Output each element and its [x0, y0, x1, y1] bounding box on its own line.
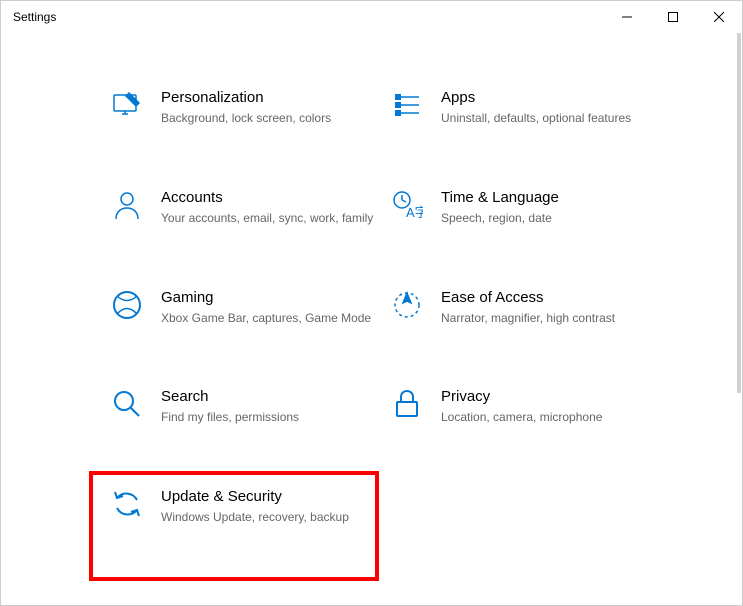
- category-desc: Speech, region, date: [441, 210, 661, 227]
- category-text: Time & Language Speech, region, date: [441, 187, 661, 227]
- window-title: Settings: [13, 10, 56, 24]
- accounts-icon: [111, 189, 143, 221]
- category-accounts[interactable]: Accounts Your accounts, email, sync, wor…: [111, 183, 381, 231]
- maximize-icon: [668, 12, 678, 22]
- category-time-language[interactable]: A字 Time & Language Speech, region, date: [391, 183, 661, 231]
- maximize-button[interactable]: [650, 1, 696, 33]
- categories-grid: Personalization Background, lock screen,…: [111, 83, 702, 530]
- category-update-security[interactable]: Update & Security Windows Update, recove…: [111, 482, 381, 530]
- category-search[interactable]: Search Find my files, permissions: [111, 382, 381, 430]
- category-desc: Windows Update, recovery, backup: [161, 509, 381, 526]
- category-text: Search Find my files, permissions: [161, 386, 381, 426]
- category-title: Time & Language: [441, 189, 661, 206]
- category-desc: Background, lock screen, colors: [161, 110, 381, 127]
- svg-text:A字: A字: [406, 205, 423, 220]
- category-title: Apps: [441, 89, 661, 106]
- category-personalization[interactable]: Personalization Background, lock screen,…: [111, 83, 381, 131]
- minimize-icon: [622, 12, 632, 22]
- category-text: Accounts Your accounts, email, sync, wor…: [161, 187, 381, 227]
- category-title: Update & Security: [161, 488, 381, 505]
- category-text: Update & Security Windows Update, recove…: [161, 486, 381, 526]
- scrollbar[interactable]: [737, 33, 741, 393]
- category-gaming[interactable]: Gaming Xbox Game Bar, captures, Game Mod…: [111, 283, 381, 331]
- personalization-icon: [111, 89, 143, 121]
- category-title: Search: [161, 388, 381, 405]
- category-apps[interactable]: Apps Uninstall, defaults, optional featu…: [391, 83, 661, 131]
- category-text: Apps Uninstall, defaults, optional featu…: [441, 87, 661, 127]
- category-text: Personalization Background, lock screen,…: [161, 87, 381, 127]
- category-text: Gaming Xbox Game Bar, captures, Game Mod…: [161, 287, 381, 327]
- category-text: Ease of Access Narrator, magnifier, high…: [441, 287, 661, 327]
- category-desc: Location, camera, microphone: [441, 409, 661, 426]
- category-title: Gaming: [161, 289, 381, 306]
- category-title: Privacy: [441, 388, 661, 405]
- category-privacy[interactable]: Privacy Location, camera, microphone: [391, 382, 661, 430]
- category-text: Privacy Location, camera, microphone: [441, 386, 661, 426]
- category-title: Personalization: [161, 89, 381, 106]
- window-controls: [604, 1, 742, 33]
- category-desc: Uninstall, defaults, optional features: [441, 110, 661, 127]
- close-icon: [714, 12, 724, 22]
- category-desc: Find my files, permissions: [161, 409, 381, 426]
- category-desc: Your accounts, email, sync, work, family: [161, 210, 381, 227]
- gaming-icon: [111, 289, 143, 321]
- category-desc: Narrator, magnifier, high contrast: [441, 310, 661, 327]
- titlebar: Settings: [1, 1, 742, 33]
- category-title: Ease of Access: [441, 289, 661, 306]
- privacy-icon: [391, 388, 423, 420]
- apps-icon: [391, 89, 423, 121]
- close-button[interactable]: [696, 1, 742, 33]
- ease-of-access-icon: [391, 289, 423, 321]
- minimize-button[interactable]: [604, 1, 650, 33]
- search-icon: [111, 388, 143, 420]
- category-ease-of-access[interactable]: Ease of Access Narrator, magnifier, high…: [391, 283, 661, 331]
- time-language-icon: A字: [391, 189, 423, 221]
- category-desc: Xbox Game Bar, captures, Game Mode: [161, 310, 381, 327]
- category-title: Accounts: [161, 189, 381, 206]
- content-area: Personalization Background, lock screen,…: [1, 33, 742, 605]
- update-security-icon: [111, 488, 143, 520]
